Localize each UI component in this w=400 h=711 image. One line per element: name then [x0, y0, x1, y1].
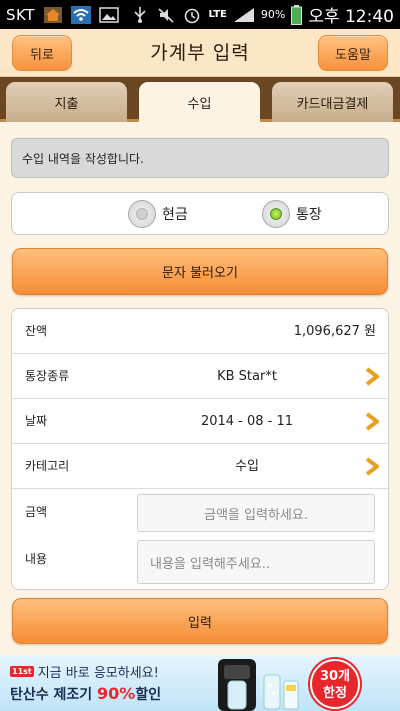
eleven-st-logo: 11st: [10, 666, 34, 677]
radio-button-icon[interactable]: [128, 200, 156, 228]
radio-bank[interactable]: 통장: [262, 200, 322, 228]
soda-maker-image: [218, 659, 299, 711]
app-header: 가계부 입력 뒤로 도움말: [0, 29, 400, 77]
amount-row: 금액 금액을 입력하세요.: [12, 490, 388, 535]
tab-card-payment[interactable]: 카드대금결제: [272, 82, 393, 122]
battery-icon: [291, 4, 303, 25]
radio-cash-label: 현금: [162, 207, 188, 223]
ad-subline: 탄산수 제조기 90%할인: [10, 684, 161, 704]
balance-row: 잔액 1,096,627 원: [12, 309, 388, 354]
memo-row: 내용 내용을 입력해주세요..: [12, 537, 388, 584]
help-button[interactable]: 도움말: [318, 35, 388, 71]
payment-type-group: 현금 통장: [11, 192, 389, 235]
battery-percent: 90%: [260, 8, 286, 21]
category-value: 수입: [235, 459, 259, 474]
clock: 오후 12:40: [308, 7, 394, 27]
usb-icon: [134, 6, 147, 23]
category-row[interactable]: 카테고리 수입: [12, 444, 388, 489]
income-form: 잔액 1,096,627 원 통장종류 KB Star*t 날짜 2014 - …: [11, 308, 389, 590]
status-bar: SKT LTE 90% 오후 12:40: [0, 0, 400, 29]
amount-input[interactable]: 금액을 입력하세요.: [137, 494, 375, 532]
tab-bar: 지출 수입 카드대금결제: [0, 77, 400, 122]
load-sms-button[interactable]: 문자 불러오기: [12, 248, 388, 295]
memo-label: 내용: [25, 552, 48, 566]
ad-line2-prefix: 탄산수 제조기: [10, 687, 98, 703]
limited-label: 한정: [323, 686, 347, 701]
ad-banner[interactable]: 11st 지금 바로 응모하세요! 탄산수 제조기 90%할인 30개 한정: [0, 655, 400, 711]
limited-count: 30개: [319, 669, 351, 684]
ad-discount: 90%: [97, 684, 136, 703]
account-value: KB Star*t: [217, 369, 277, 384]
notice-banner: 수입 내역을 작성합니다.: [11, 138, 389, 178]
date-label: 날짜: [25, 414, 48, 428]
notice-text: 수입 내역을 작성합니다.: [22, 151, 144, 166]
home-icon: [43, 6, 62, 23]
wifi-icon: [70, 5, 91, 24]
balance-value: 1,096,627 원: [293, 324, 376, 339]
ad-line2-suffix: 할인: [135, 687, 162, 703]
chevron-right-icon[interactable]: [364, 412, 380, 431]
radio-bank-label: 통장: [296, 207, 322, 223]
mute-icon: [158, 7, 175, 23]
radio-button-selected-icon[interactable]: [262, 200, 290, 228]
date-row[interactable]: 날짜 2014 - 08 - 11: [12, 399, 388, 444]
radio-cash[interactable]: 현금: [128, 200, 188, 228]
signal-bars-icon: [233, 7, 254, 22]
date-value: 2014 - 08 - 11: [200, 414, 294, 429]
account-row[interactable]: 통장종류 KB Star*t: [12, 354, 388, 399]
carrier-label: SKT: [6, 5, 35, 24]
tab-expense[interactable]: 지출: [6, 82, 127, 122]
ad-line1-text: 지금 바로 응모하세요!: [37, 666, 159, 681]
chevron-right-icon[interactable]: [364, 367, 380, 386]
chevron-right-icon[interactable]: [364, 457, 380, 476]
image-icon: [99, 6, 119, 23]
alarm-icon: [185, 8, 200, 23]
submit-button[interactable]: 입력: [12, 598, 388, 644]
category-label: 카테고리: [25, 459, 70, 473]
back-button[interactable]: 뒤로: [12, 35, 72, 71]
network-label: LTE: [208, 9, 227, 20]
ad-headline: 11st 지금 바로 응모하세요!: [10, 662, 159, 681]
limited-badge: 30개 한정: [310, 659, 360, 709]
memo-input[interactable]: 내용을 입력해주세요..: [137, 540, 375, 584]
amount-label: 금액: [25, 505, 48, 519]
tab-income[interactable]: 수입: [139, 82, 260, 122]
balance-label: 잔액: [25, 324, 48, 338]
lte-signal-icon: LTE: [208, 9, 227, 20]
account-label: 통장종류: [25, 369, 70, 383]
